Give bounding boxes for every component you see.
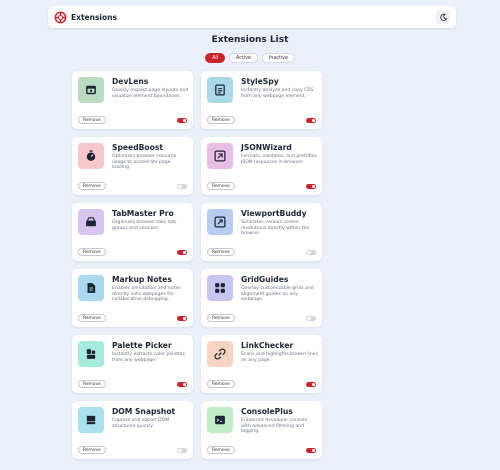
enable-toggle[interactable] (306, 315, 316, 321)
remove-button[interactable]: Remove (207, 446, 235, 454)
extension-description: Instantly extracts color palettes from a… (112, 352, 186, 363)
extension-card: LinkChecker Scans and highlights broken l… (201, 335, 322, 393)
extension-name: Markup Notes (112, 275, 172, 284)
extension-description: Instantly analyze and copy CSS from any … (241, 88, 314, 99)
extension-description: Overlay customizable grids and alignment… (241, 286, 314, 303)
remove-button[interactable]: Remove (207, 116, 235, 124)
remove-button[interactable]: Remove (78, 248, 106, 256)
logo-icon (54, 11, 67, 24)
jsonwizard-icon (207, 143, 233, 169)
extension-name: LinkChecker (241, 341, 294, 350)
linkchecker-icon (207, 341, 233, 367)
extension-card: DOM Snapshot Capture and export DOM struc… (72, 401, 193, 459)
top-bar: Extensions (48, 6, 456, 28)
enable-toggle[interactable] (306, 183, 316, 189)
extension-card: ViewportBuddy Simulates various screen re… (201, 203, 322, 261)
enable-toggle[interactable] (177, 381, 187, 387)
extension-name: DOM Snapshot (112, 407, 176, 416)
extension-name: ConsolePlus (241, 407, 293, 416)
extension-name: DevLens (112, 77, 149, 86)
extension-card: DevLens Quickly inspect page layouts and … (72, 71, 193, 129)
remove-button[interactable]: Remove (78, 380, 106, 388)
enable-toggle[interactable] (306, 117, 316, 123)
remove-button[interactable]: Remove (78, 116, 106, 124)
enable-toggle[interactable] (177, 117, 187, 123)
gridguides-icon (207, 275, 233, 301)
extension-name: StyleSpy (241, 77, 279, 86)
remove-button[interactable]: Remove (207, 380, 235, 388)
extension-name: JSONWizard (241, 143, 292, 152)
remove-button[interactable]: Remove (207, 314, 235, 322)
remove-button[interactable]: Remove (207, 182, 235, 190)
filter-group: All Active Inactive (0, 53, 500, 63)
extension-name: TabMaster Pro (112, 209, 174, 218)
filter-inactive-button[interactable]: Inactive (261, 53, 295, 63)
extension-name: Palette Picker (112, 341, 172, 350)
extension-card: ConsolePlus Enhanced developer console wi… (201, 401, 322, 459)
extension-description: Enhanced developer console with advanced… (241, 418, 308, 435)
extension-description: Formats, validates, and prettifies JSON … (241, 154, 317, 165)
speedboost-icon (78, 143, 104, 169)
domsnapshot-icon (78, 407, 104, 433)
extension-name: GridGuides (241, 275, 289, 284)
remove-button[interactable]: Remove (207, 248, 235, 256)
extension-card: TabMaster Pro Organizes browser tabs into… (72, 203, 193, 261)
enable-toggle[interactable] (177, 249, 187, 255)
extension-name: ViewportBuddy (241, 209, 307, 218)
filter-all-button[interactable]: All (205, 53, 226, 63)
extension-description: Optimizes browser resource usage to acce… (112, 154, 177, 171)
extension-description: Capture and export DOM structures quickl… (112, 418, 170, 429)
palettepicker-icon (78, 341, 104, 367)
filter-active-button[interactable]: Active (229, 53, 258, 63)
enable-toggle[interactable] (177, 447, 187, 453)
extension-description: Organizes browser tabs into groups and s… (112, 220, 177, 231)
remove-button[interactable]: Remove (78, 314, 106, 322)
enable-toggle[interactable] (306, 249, 316, 255)
extension-description: Simulates various screen resolutions dir… (241, 220, 310, 237)
enable-toggle[interactable] (177, 183, 187, 189)
extension-card: Markup Notes Enables annotation and notes… (72, 269, 193, 327)
extension-card: Palette Picker Instantly extracts color p… (72, 335, 193, 393)
extension-card: StyleSpy Instantly analyze and copy CSS f… (201, 71, 322, 129)
enable-toggle[interactable] (177, 315, 187, 321)
viewportbuddy-icon (207, 209, 233, 235)
extension-description: Enables annotation and notes directly on… (112, 286, 181, 303)
page-title: Extensions List (211, 35, 289, 45)
moon-icon (439, 13, 447, 21)
stylespy-icon (207, 77, 233, 103)
remove-button[interactable]: Remove (78, 446, 106, 454)
extension-description: Quickly inspect page layouts and visuali… (112, 88, 189, 99)
extension-description: Scans and highlights broken links on any… (241, 352, 318, 363)
enable-toggle[interactable] (306, 447, 316, 453)
theme-toggle-button[interactable] (436, 10, 450, 24)
consoleplus-icon (207, 407, 233, 433)
tabmaster-icon (78, 209, 104, 235)
extension-card: JSONWizard Formats, validates, and pretti… (201, 137, 322, 195)
extension-card: GridGuides Overlay customizable grids and… (201, 269, 322, 327)
enable-toggle[interactable] (306, 381, 316, 387)
brand-name: Extensions (71, 12, 117, 22)
devlens-icon (78, 77, 104, 103)
remove-button[interactable]: Remove (78, 182, 106, 190)
extension-name: SpeedBoost (112, 143, 164, 152)
extension-card: SpeedBoost Optimizes browser resource usa… (72, 137, 193, 195)
markupnotes-icon (78, 275, 104, 301)
